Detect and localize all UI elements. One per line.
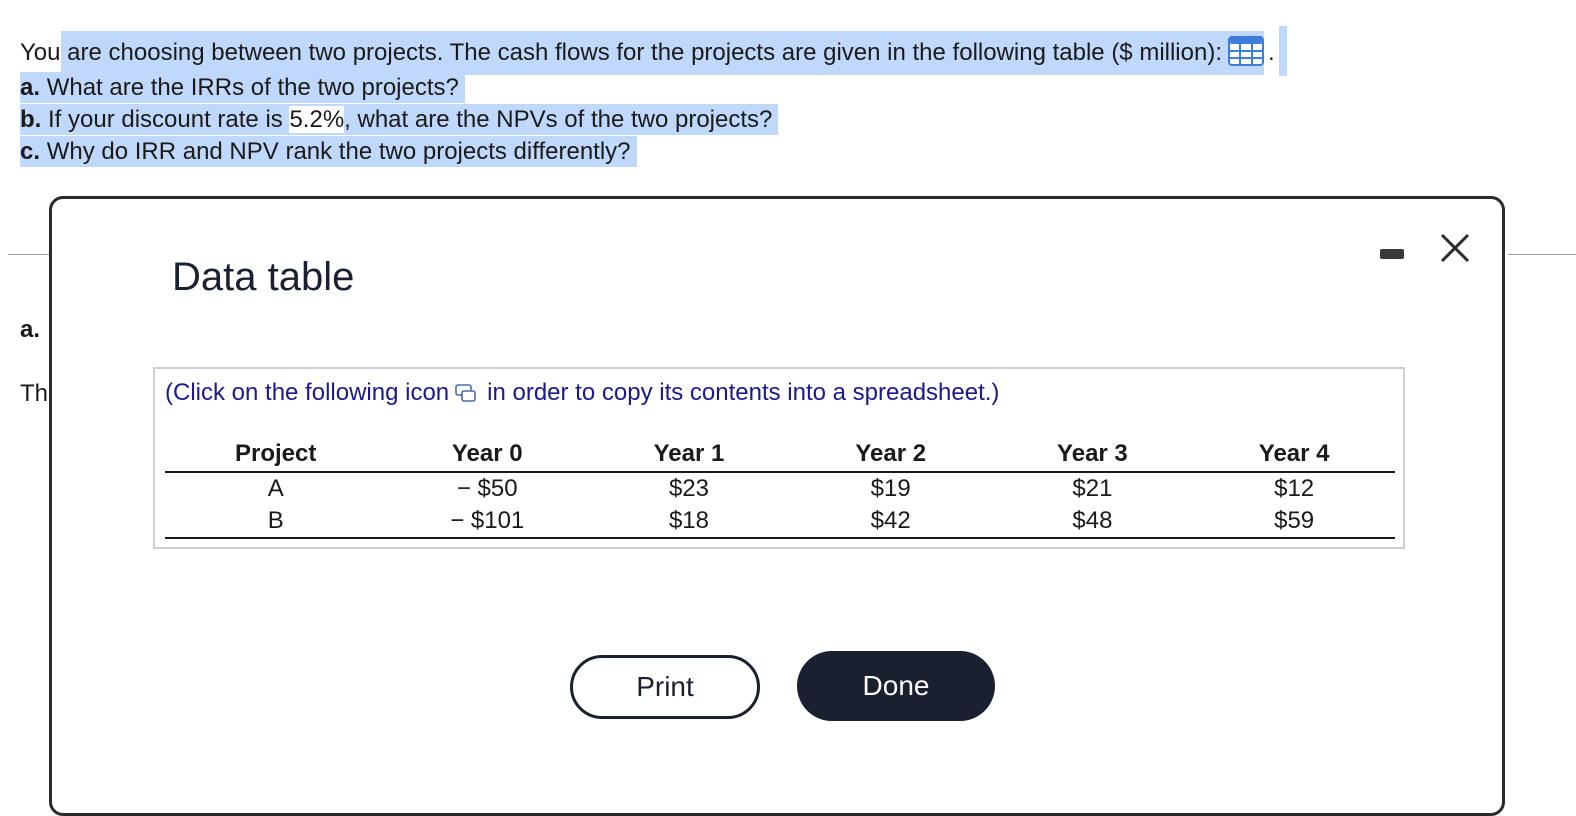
question-intro: You are choosing between two projects. T… [20, 26, 1287, 76]
table-row: A − $50 $23 $19 $21 $12 [165, 472, 1395, 505]
part-c: c. Why do IRR and NPV rank the two proje… [20, 136, 778, 168]
table-cell: $48 [991, 505, 1194, 539]
table-cell: − $101 [386, 505, 589, 539]
table-cell: $42 [789, 505, 992, 539]
col-header: Year 3 [991, 437, 1194, 473]
table-cell: $18 [588, 505, 790, 539]
table-cell: $21 [1072, 475, 1113, 502]
discount-rate: 5.2% [289, 106, 345, 133]
highlight-tail [1278, 26, 1287, 76]
table-cell: A [267, 475, 284, 502]
dialog-title: Data table [172, 255, 355, 299]
col-header: Year 4 [1193, 437, 1395, 473]
col-header: Project [165, 437, 387, 473]
copy-hint: (Click on the following icon in order to… [165, 379, 1000, 406]
intro-text: are choosing between two projects. The c… [60, 31, 1264, 75]
close-icon[interactable] [1438, 231, 1472, 265]
background-partial-text: Th [20, 380, 49, 407]
col-header: Year 2 [789, 437, 992, 473]
table-header-row: Project Year 0 Year 1 Year 2 Year 3 Year… [165, 437, 1395, 473]
intro-lead: You [20, 39, 61, 66]
table-cell: $59 [1193, 505, 1395, 539]
cash-flow-table: Project Year 0 Year 1 Year 2 Year 3 Year… [165, 437, 1395, 539]
copy-icon[interactable] [455, 383, 477, 403]
data-table-container: (Click on the following icon in order to… [153, 367, 1405, 549]
table-cell: B [165, 505, 387, 539]
grid-table-icon[interactable] [1228, 36, 1264, 66]
table-row: B − $101 $18 $42 $48 $59 [165, 505, 1395, 539]
col-header: Year 1 [588, 437, 790, 473]
table-cell: − $50 [456, 475, 518, 502]
print-button[interactable]: Print [570, 655, 760, 719]
table-cell: $12 [1274, 475, 1315, 502]
background-part-a-label: a. [20, 316, 41, 343]
divider-right [1508, 254, 1576, 255]
part-a: a. What are the IRRs of the two projects… [20, 72, 778, 104]
table-cell: $19 [870, 475, 911, 502]
question-parts: a. What are the IRRs of the two projects… [20, 72, 779, 168]
data-table-dialog: Data table (Click on the following icon … [49, 196, 1505, 816]
done-button[interactable]: Done [797, 651, 995, 721]
minimize-icon[interactable] [1380, 249, 1404, 259]
col-header: Year 0 [386, 437, 589, 473]
divider-left [8, 254, 50, 255]
table-cell: $23 [668, 475, 709, 502]
part-b: b. If your discount rate is 5.2%, what a… [20, 104, 779, 136]
intro-period: . [1268, 39, 1275, 66]
